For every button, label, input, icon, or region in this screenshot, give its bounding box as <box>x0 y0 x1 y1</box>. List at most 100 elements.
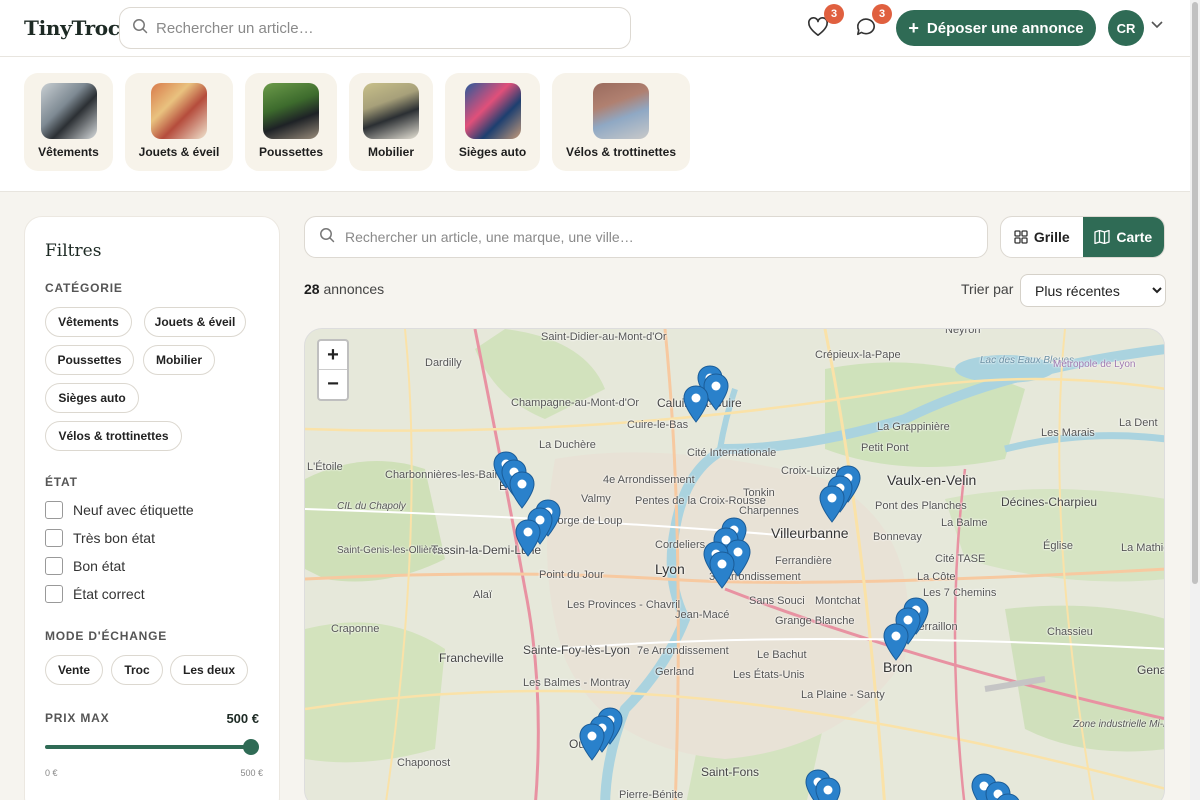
scrollbar-thumb[interactable] <box>1192 2 1198 584</box>
view-grid-button[interactable]: Grille <box>1001 217 1083 257</box>
condition-neuf[interactable]: Neuf avec étiquette <box>45 501 194 519</box>
post-ad-label: Déposer une annonce <box>926 19 1084 37</box>
category-card-velos[interactable]: Vélos & trottinettes <box>552 73 690 171</box>
main-search-input[interactable] <box>345 229 965 245</box>
top-header: TinyTroc 3 3 + Déposer une annonce CR <box>0 0 1190 57</box>
avatar[interactable]: CR <box>1108 10 1144 46</box>
condition-tres-bon[interactable]: Très bon état <box>45 529 155 547</box>
map-pin-icon[interactable] <box>683 385 709 423</box>
view-grid-label: Grille <box>1033 229 1070 245</box>
map-label: Ferrandière <box>775 555 832 567</box>
chip-sieges-auto[interactable]: Sièges auto <box>45 383 139 413</box>
map-label: Montchat <box>815 595 861 607</box>
chip-les-deux[interactable]: Les deux <box>170 655 248 685</box>
category-thumbnail <box>151 83 207 139</box>
main-search[interactable] <box>304 216 988 258</box>
map-label: Point du Jour <box>539 569 604 581</box>
map-label: Le Bachut <box>757 649 807 661</box>
chip-mobilier[interactable]: Mobilier <box>143 345 215 375</box>
chip-troc[interactable]: Troc <box>111 655 163 685</box>
zoom-out-button[interactable]: − <box>319 370 347 399</box>
map-label: La Duchère <box>539 439 596 451</box>
category-card-vetements[interactable]: Vêtements <box>24 73 113 171</box>
condition-correct[interactable]: État correct <box>45 585 145 603</box>
map-pin-icon[interactable] <box>819 485 845 523</box>
map-label: Sainte-Foy-lès-Lyon <box>523 643 630 657</box>
messages-badge: 3 <box>872 4 892 24</box>
map-label: Champagne-au-Mont-d'Or <box>511 397 640 409</box>
category-card-poussettes[interactable]: Poussettes <box>245 73 337 171</box>
map-label: Neyron <box>945 328 981 336</box>
chip-vetements[interactable]: Vêtements <box>45 307 132 337</box>
map-label: Chaponost <box>397 757 451 769</box>
category-thumbnail <box>593 83 649 139</box>
category-label: Vêtements <box>38 145 99 159</box>
map-label: Jean-Macé <box>675 609 730 621</box>
map-pin-icon[interactable] <box>709 551 735 589</box>
view-map-button[interactable]: Carte <box>1082 217 1164 257</box>
favorites-button[interactable]: 3 <box>806 4 844 40</box>
chip-jouets[interactable]: Jouets & éveil <box>144 307 246 337</box>
category-thumbnail <box>464 83 521 139</box>
listings-map[interactable]: + − Saint-Didier-au-Mont-d'Or Caluire-et… <box>304 328 1165 800</box>
map-label: Vaulx-en-Velin <box>887 472 977 488</box>
page-scrollbar[interactable] <box>1190 0 1200 800</box>
map-label: Cité TASE <box>935 553 986 565</box>
map-label: Grange Blanche <box>775 615 855 627</box>
map-label: Les États-Unis <box>733 669 805 681</box>
category-label: Vélos & trottinettes <box>565 145 676 159</box>
map-label: Francheville <box>439 651 504 665</box>
map-label: Les Marais <box>1041 427 1095 439</box>
map-pin-icon[interactable] <box>509 471 535 509</box>
checkbox[interactable] <box>45 585 63 603</box>
category-label: Sièges auto <box>458 145 527 159</box>
price-slider-track[interactable] <box>45 745 251 749</box>
category-label: Mobilier <box>367 145 414 159</box>
checkbox[interactable] <box>45 501 63 519</box>
grid-icon <box>1014 230 1028 244</box>
results-count-label: annonces <box>323 281 385 297</box>
view-toggle: Grille Carte <box>1000 216 1165 258</box>
map-label: Zone industrielle Mi-Plaine <box>1073 719 1164 730</box>
messages-button[interactable]: 3 <box>854 4 892 40</box>
map-pin-icon[interactable] <box>579 723 605 761</box>
chevron-down-icon[interactable] <box>1151 21 1163 29</box>
chip-vente[interactable]: Vente <box>45 655 103 685</box>
map-label: Petit Pont <box>861 442 909 454</box>
map-pin-icon[interactable] <box>815 777 841 800</box>
chip-poussettes[interactable]: Poussettes <box>45 345 134 375</box>
map-label: Pont des Planches <box>875 500 967 512</box>
condition-label: Neuf avec étiquette <box>73 502 194 518</box>
condition-bon[interactable]: Bon état <box>45 557 125 575</box>
chip-velos[interactable]: Vélos & trottinettes <box>45 421 182 451</box>
header-search[interactable] <box>119 7 631 49</box>
logo[interactable]: TinyTroc <box>24 16 120 40</box>
category-thumbnail <box>40 83 97 139</box>
sort-select[interactable]: Plus récentes <box>1020 274 1166 307</box>
map-label: Les Balmes - Montray <box>523 677 630 689</box>
map-label: Pierre-Bénite <box>619 789 684 800</box>
map-pin-icon[interactable] <box>995 793 1021 800</box>
plus-icon: + <box>908 17 919 38</box>
map-label: Craponne <box>331 623 380 635</box>
map-pin-icon[interactable] <box>515 519 541 557</box>
map-label: Genas <box>1137 663 1164 677</box>
price-max-value: 500 € <box>226 711 259 726</box>
map-label: Cuire-le-Bas <box>627 419 689 431</box>
map-pin-icon[interactable] <box>883 623 909 661</box>
price-slider-handle[interactable] <box>243 739 259 755</box>
map-label: Sans Souci <box>749 595 805 607</box>
map-label: Alaï <box>473 589 492 601</box>
header-search-input[interactable] <box>156 19 596 37</box>
category-card-sieges-auto[interactable]: Sièges auto <box>445 73 540 171</box>
zoom-in-button[interactable]: + <box>319 341 347 370</box>
map-label: La Mathiolaz <box>1121 542 1164 554</box>
map-label: Saint-Genis-les-Ollières <box>337 545 443 556</box>
map-label: Crépieux-la-Pape <box>815 349 901 361</box>
checkbox[interactable] <box>45 557 63 575</box>
category-card-mobilier[interactable]: Mobilier <box>349 73 433 171</box>
map-label: Les Provinces - Chavril <box>567 599 681 611</box>
checkbox[interactable] <box>45 529 63 547</box>
post-ad-button[interactable]: + Déposer une annonce <box>896 10 1096 46</box>
category-card-jouets[interactable]: Jouets & éveil <box>125 73 233 171</box>
